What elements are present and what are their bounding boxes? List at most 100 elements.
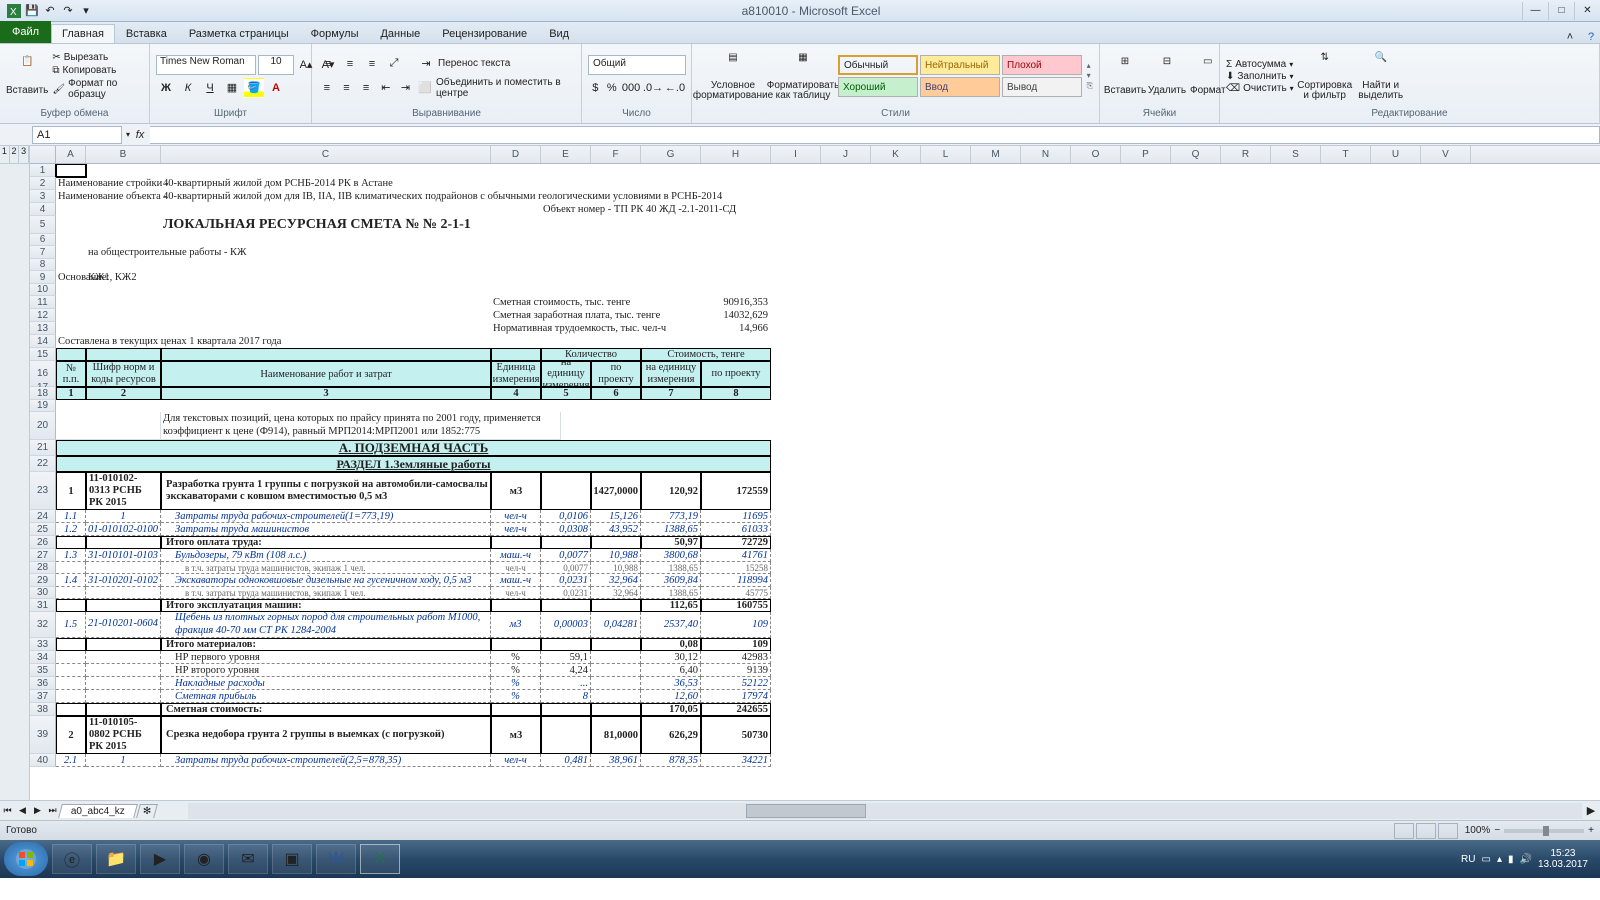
- cell[interactable]: [541, 335, 591, 348]
- cell[interactable]: [1271, 246, 1321, 259]
- cell[interactable]: [56, 587, 86, 599]
- start-button[interactable]: [4, 842, 48, 876]
- zoom-in-icon[interactable]: +: [1588, 825, 1594, 836]
- cell[interactable]: [1421, 203, 1471, 216]
- cell[interactable]: [771, 271, 821, 284]
- row-header[interactable]: 23: [30, 472, 56, 510]
- styles-more-icon[interactable]: ⎘: [1087, 81, 1093, 91]
- cell[interactable]: [1121, 246, 1171, 259]
- redo-icon[interactable]: ↷: [60, 3, 76, 19]
- cell[interactable]: [871, 234, 921, 246]
- cell[interactable]: [591, 599, 641, 612]
- cell[interactable]: [541, 190, 591, 203]
- cell[interactable]: [871, 216, 921, 234]
- cell[interactable]: [1221, 216, 1271, 234]
- cell[interactable]: [86, 284, 161, 296]
- row-header[interactable]: 36: [30, 677, 56, 690]
- cell[interactable]: [56, 664, 86, 677]
- ribbon-minimize-icon[interactable]: ˄: [1561, 31, 1579, 43]
- cell[interactable]: [86, 599, 161, 612]
- cell[interactable]: [701, 203, 771, 216]
- undo-icon[interactable]: ↶: [42, 3, 58, 19]
- cell[interactable]: [701, 246, 771, 259]
- cell[interactable]: 1.4: [56, 574, 86, 587]
- cell[interactable]: [1021, 335, 1071, 348]
- cell[interactable]: [1271, 296, 1321, 309]
- cell[interactable]: 34221: [701, 754, 771, 767]
- cell[interactable]: 11695: [701, 510, 771, 523]
- cell[interactable]: [86, 203, 161, 216]
- cell[interactable]: [86, 638, 161, 651]
- row-header[interactable]: 3: [30, 190, 56, 203]
- insert-cells-button[interactable]: ⊞Вставить: [1106, 56, 1144, 96]
- cell[interactable]: [641, 234, 701, 246]
- cell[interactable]: %: [491, 677, 541, 690]
- cell[interactable]: [921, 271, 971, 284]
- cell[interactable]: [921, 309, 971, 322]
- row-header[interactable]: 37: [30, 690, 56, 703]
- cell[interactable]: [86, 322, 161, 335]
- cell[interactable]: 1.5: [56, 612, 86, 638]
- border-button[interactable]: ▦: [222, 78, 242, 98]
- find-select-button[interactable]: 🔍Найти и выделить: [1356, 52, 1406, 101]
- cell[interactable]: [1421, 322, 1471, 335]
- col-header-G[interactable]: G: [641, 146, 701, 163]
- cell[interactable]: 42983: [701, 651, 771, 664]
- cell[interactable]: [1121, 216, 1171, 234]
- cell[interactable]: 32,964: [591, 574, 641, 587]
- cell[interactable]: [1121, 234, 1171, 246]
- cell[interactable]: [1121, 190, 1171, 203]
- cell[interactable]: 41761: [701, 549, 771, 562]
- cell[interactable]: [1021, 284, 1071, 296]
- cell[interactable]: [56, 259, 86, 271]
- cell[interactable]: чел-ч: [491, 510, 541, 523]
- cell[interactable]: [591, 536, 641, 549]
- cell[interactable]: Срезка недобора грунта 2 группы в выемка…: [161, 716, 491, 754]
- row-header[interactable]: 19: [30, 400, 56, 412]
- cell[interactable]: [1271, 234, 1321, 246]
- cell[interactable]: [1321, 203, 1371, 216]
- cell[interactable]: [921, 284, 971, 296]
- cell[interactable]: [1271, 203, 1321, 216]
- comma-icon[interactable]: 000: [621, 78, 641, 98]
- number-format-combo[interactable]: Общий: [588, 55, 686, 75]
- cell[interactable]: по проекту: [591, 361, 641, 387]
- cell[interactable]: 172559: [701, 472, 771, 510]
- cell[interactable]: 170,05: [641, 703, 701, 716]
- cell[interactable]: [701, 216, 771, 234]
- cell[interactable]: [86, 216, 161, 234]
- taskbar-excel[interactable]: X: [360, 844, 400, 874]
- cell[interactable]: [1121, 271, 1171, 284]
- tray-lang[interactable]: RU: [1461, 854, 1475, 865]
- tab-view[interactable]: Вид: [538, 24, 580, 43]
- cell[interactable]: [1021, 309, 1071, 322]
- cell[interactable]: [921, 335, 971, 348]
- align-middle-icon[interactable]: ≡: [340, 54, 360, 74]
- cell[interactable]: 15258: [701, 562, 771, 574]
- cell[interactable]: [86, 703, 161, 716]
- cell[interactable]: [56, 703, 86, 716]
- cell[interactable]: [1271, 335, 1321, 348]
- cell[interactable]: [541, 599, 591, 612]
- cell[interactable]: [1421, 164, 1471, 177]
- cell[interactable]: [1421, 309, 1471, 322]
- cell[interactable]: 4,24: [541, 664, 591, 677]
- cell[interactable]: на единицу измерения: [641, 361, 701, 387]
- cell[interactable]: 40-квартирный жилой дом для IВ, IIА, IIВ…: [161, 190, 491, 203]
- cell[interactable]: [86, 690, 161, 703]
- cell[interactable]: [871, 190, 921, 203]
- cell[interactable]: [1371, 296, 1421, 309]
- tab-data[interactable]: Данные: [369, 24, 431, 43]
- cell[interactable]: %: [491, 690, 541, 703]
- cell[interactable]: [491, 335, 541, 348]
- cell[interactable]: [1071, 335, 1121, 348]
- cell[interactable]: 10,988: [591, 549, 641, 562]
- cell[interactable]: [1121, 259, 1171, 271]
- cell[interactable]: [771, 284, 821, 296]
- row-header[interactable]: 4: [30, 203, 56, 216]
- cell[interactable]: 120,92: [641, 472, 701, 510]
- cell[interactable]: [641, 203, 701, 216]
- cell[interactable]: [541, 164, 591, 177]
- cell[interactable]: [1071, 177, 1121, 190]
- font-name-combo[interactable]: Times New Roman: [156, 55, 256, 75]
